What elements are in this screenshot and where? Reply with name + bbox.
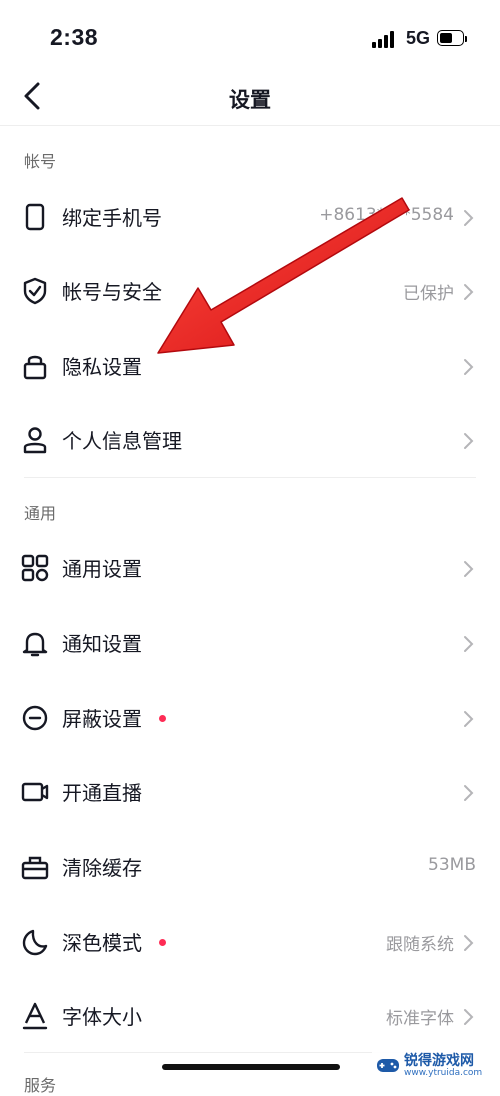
row-start-live[interactable]: 开通直播 <box>0 755 500 829</box>
chevron-right-icon <box>464 636 474 652</box>
watermark-title: 锐得游戏网 <box>404 1053 474 1069</box>
battery-icon <box>437 30 469 48</box>
chevron-right-icon <box>464 561 474 577</box>
row-account-security[interactable]: 帐号与安全 已保护 <box>0 254 500 328</box>
gamepad-logo-icon <box>377 1059 399 1072</box>
section-header-general: 通用 <box>24 504 57 523</box>
row-label: 个人信息管理 <box>62 429 182 453</box>
row-label: 开通直播 <box>62 781 142 805</box>
row-label: 字体大小 <box>62 1005 142 1029</box>
row-personal-info[interactable]: 个人信息管理 <box>0 403 500 477</box>
row-value: 53MB <box>428 855 476 875</box>
row-clear-cache[interactable]: 清除缓存 53MB <box>0 830 500 904</box>
new-badge-dot <box>159 939 166 946</box>
row-label: 清除缓存 <box>62 856 142 880</box>
home-indicator[interactable] <box>162 1064 340 1070</box>
row-value: +8613****5584 <box>319 205 454 225</box>
bell-icon <box>22 632 48 657</box>
row-label: 深色模式 <box>62 931 142 955</box>
row-value: 跟随系统 <box>386 935 454 955</box>
shield-check-icon <box>23 277 47 305</box>
row-value: 已保护 <box>403 284 454 304</box>
block-icon <box>22 705 48 731</box>
row-bind-phone[interactable]: 绑定手机号 +8613****5584 <box>0 180 500 254</box>
briefcase-icon <box>21 856 49 880</box>
chevron-right-icon <box>464 433 474 449</box>
row-label: 屏蔽设置 <box>62 707 142 731</box>
row-privacy-settings[interactable]: 隐私设置 <box>0 329 500 403</box>
nav-bar: 设置 <box>0 70 500 126</box>
row-label: 通知设置 <box>62 632 142 656</box>
chevron-right-icon <box>464 935 474 951</box>
row-dark-mode[interactable]: 深色模式 跟随系统 <box>0 905 500 979</box>
section-header-service: 服务 <box>24 1076 57 1095</box>
lock-icon <box>23 355 47 380</box>
chevron-right-icon <box>464 284 474 300</box>
row-label: 通用设置 <box>62 557 142 581</box>
chevron-right-icon <box>464 210 474 226</box>
row-general-settings[interactable]: 通用设置 <box>0 531 500 605</box>
watermark-url: www.ytruida.com <box>404 1068 483 1078</box>
status-time: 2:38 <box>50 24 99 50</box>
moon-icon <box>22 929 48 956</box>
new-badge-dot <box>159 715 166 722</box>
row-block-settings[interactable]: 屏蔽设置 <box>0 681 500 755</box>
network-type: 5G <box>406 28 431 48</box>
section-divider <box>24 477 476 478</box>
grid-icon <box>21 554 49 582</box>
chevron-right-icon <box>464 1009 474 1025</box>
phone-icon <box>25 203 45 231</box>
row-notification-settings[interactable]: 通知设置 <box>0 606 500 680</box>
row-font-size[interactable]: 字体大小 标准字体 <box>0 979 500 1053</box>
row-label: 隐私设置 <box>62 355 142 379</box>
font-size-icon <box>22 1002 48 1030</box>
row-value: 标准字体 <box>386 1009 454 1029</box>
watermark: 锐得游戏网 www.ytruida.com <box>372 1048 500 1083</box>
person-icon <box>23 427 47 454</box>
row-label: 帐号与安全 <box>62 280 162 304</box>
chevron-right-icon <box>464 785 474 801</box>
signal-strength-icon <box>372 31 400 48</box>
page-title: 设置 <box>229 88 271 112</box>
status-bar: 2:38 5G <box>0 0 500 70</box>
row-label: 绑定手机号 <box>62 206 162 230</box>
chevron-right-icon <box>464 711 474 727</box>
video-camera-icon <box>21 782 49 802</box>
section-header-account: 帐号 <box>24 152 57 171</box>
chevron-right-icon <box>464 359 474 375</box>
